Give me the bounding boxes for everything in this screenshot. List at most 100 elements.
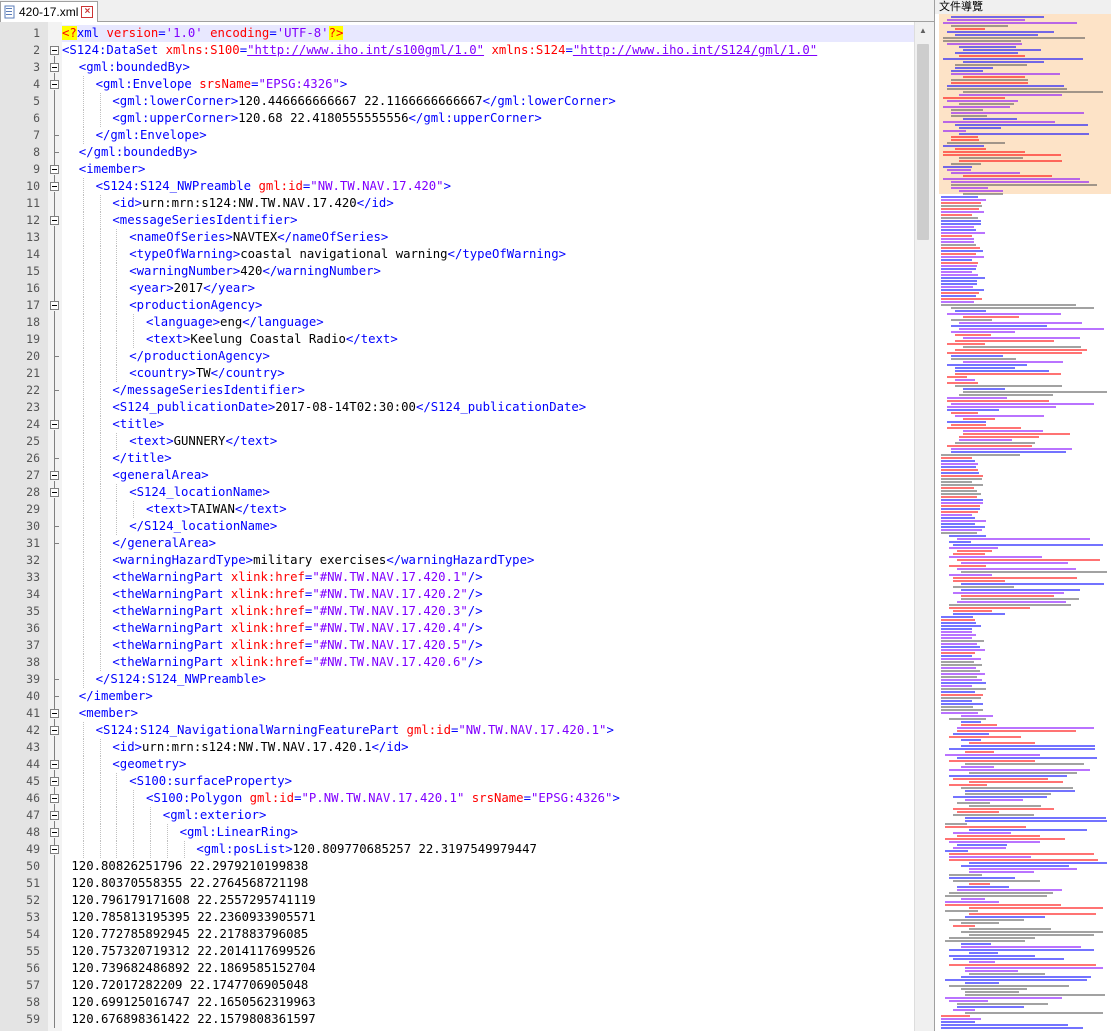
code-line[interactable]: <?xml version='1.0' encoding='UTF-8'?> [62,25,344,42]
code-line[interactable]: <theWarningPart xlink:href="#NW.TW.NAV.1… [112,586,482,603]
fold-toggle-icon[interactable] [50,828,59,837]
code-line[interactable]: <S124_locationName> [129,484,270,501]
code-line[interactable]: <gml:lowerCorner>120.446666666667 22.116… [112,93,615,110]
fold-toggle-icon[interactable] [50,811,59,820]
code-line[interactable]: <messageSeriesIdentifier> [112,212,297,229]
fold-toggle-icon[interactable] [50,80,59,89]
code-line[interactable]: 120.772785892945 22.217883796085 [64,926,308,943]
code-line[interactable]: </productionAgency> [129,348,270,365]
code-line[interactable]: <id>urn:mrn:s124:NW.TW.NAV.17.420.1</id> [112,739,408,756]
code-line[interactable]: <gml:upperCorner>120.68 22.4180555555556… [112,110,541,127]
code-area[interactable]: <?xml version='1.0' encoding='UTF-8'?> <S… [62,22,914,1031]
code-line[interactable]: </gml:boundedBy> [79,144,197,161]
code-line[interactable]: 120.80370558355 22.2764568721198 [64,875,308,892]
code-line[interactable]: <warningHazardType>military exercises</w… [112,552,534,569]
code-token: </nameOfSeries> [277,230,389,244]
document-map-line [963,316,1019,318]
code-line[interactable]: </S124_locationName> [129,518,277,535]
vertical-scrollbar[interactable]: ▲ [914,22,931,1031]
code-line[interactable]: <text>TAIWAN</text> [146,501,287,518]
code-line[interactable]: <theWarningPart xlink:href="#NW.TW.NAV.1… [112,637,482,654]
indent-guide [82,365,84,382]
code-line[interactable]: <theWarningPart xlink:href="#NW.TW.NAV.1… [112,569,482,586]
code-line[interactable]: <theWarningPart xlink:href="#NW.TW.NAV.1… [112,620,482,637]
fold-toggle-icon[interactable] [50,845,59,854]
code-line[interactable]: <typeOfWarning>coastal navigational warn… [129,246,566,263]
code-line[interactable]: <imember> [79,161,146,178]
code-line[interactable]: <member> [79,705,138,722]
code-line[interactable]: <year>2017</year> [129,280,255,297]
code-line[interactable]: <theWarningPart xlink:href="#NW.TW.NAV.1… [112,654,482,671]
code-line[interactable]: <S124_publicationDate>2017-08-14T02:30:0… [112,399,586,416]
document-map-line [963,361,1063,363]
fold-toggle-icon[interactable] [50,726,59,735]
code-line[interactable]: </messageSeriesIdentifier> [112,382,305,399]
code-line[interactable]: 120.676898361422 22.1579808361597 [64,1011,315,1028]
code-line[interactable]: <gml:exterior> [163,807,267,824]
fold-toggle-icon[interactable] [50,794,59,803]
document-map[interactable] [939,14,1111,1031]
code-line[interactable]: </gml:Envelope> [96,127,207,144]
code-token: 120.739682486892 22.1869585152704 [64,961,316,975]
code-line[interactable]: <S100:Polygon gml:id = "P.NW.TW.NAV.17.420… [146,790,620,807]
code-editor[interactable]: 1 2 3 4 5 6 7 8 9 10 11 12 13 14 15 16 17 18 19 20 21 22 23 24 2… [0,22,914,1031]
file-tab[interactable]: 420-17.xml × [0,1,99,22]
code-line[interactable]: 120.796179171608 22.2557295741119 [64,892,315,909]
code-line[interactable]: <gml:LinearRing> [180,824,298,841]
code-line[interactable]: 120.72017282209 22.1747706905048 [64,977,308,994]
document-map-line [969,973,1045,975]
code-line[interactable]: <gml:boundedBy> [79,59,190,76]
code-line[interactable]: </generalArea> [112,535,216,552]
code-line[interactable]: <S124:S124_NWPreamble gml:id="NW.TW.NAV.… [96,178,451,195]
code-line[interactable]: <country>TW</country> [129,365,285,382]
code-line[interactable]: <geometry> [112,756,186,773]
fold-toggle-icon[interactable] [50,709,59,718]
fold-toggle-icon[interactable] [50,420,59,429]
code-line[interactable]: </imember> [79,688,153,705]
code-line[interactable]: 120.739682486892 22.1869585152704 [64,960,316,977]
code-line[interactable]: <text>GUNNERY</text> [129,433,277,450]
code-line[interactable]: <S100:surfaceProperty> [129,773,292,790]
document-map-line [965,994,1105,996]
code-line[interactable]: <nameOfSeries>NAVTEX</nameOfSeries> [129,229,388,246]
code-line[interactable]: <text>Keelung Coastal Radio</text> [146,331,398,348]
fold-toggle-icon[interactable] [50,63,59,72]
code-line[interactable]: 120.785813195395 22.2360933905571 [64,909,315,926]
scrollbar-thumb[interactable] [917,44,929,240]
fold-toggle-icon[interactable] [50,488,59,497]
fold-toggle-icon[interactable] [50,777,59,786]
fold-toggle-icon[interactable] [50,471,59,480]
code-line[interactable]: </S124:S124_NWPreamble> [96,671,266,688]
code-line[interactable]: </title> [112,450,171,467]
code-line[interactable]: 120.80826251796 22.2979210199838 [64,858,308,875]
code-line[interactable]: 120.757320719312 22.2014117699526 [64,943,315,960]
code-line[interactable]: <theWarningPart xlink:href="#NW.TW.NAV.1… [112,603,482,620]
fold-toggle-icon[interactable] [50,216,59,225]
fold-line [54,391,55,399]
code-line[interactable]: <S124:DataSet xmlns:S100="http://www.iho… [62,42,817,59]
fold-margin[interactable] [48,22,62,1031]
fold-toggle-icon[interactable] [50,301,59,310]
fold-toggle-icon[interactable] [50,165,59,174]
code-line[interactable]: <productionAgency> [129,297,262,314]
code-line[interactable]: <gml:Envelope srsName="EPSG:4326"> [96,76,348,93]
fold-toggle-icon[interactable] [50,46,59,55]
document-map-line [955,385,1063,387]
code-line[interactable]: <title> [112,416,164,433]
code-token: > [612,791,620,805]
code-line[interactable]: <language>eng</language> [146,314,324,331]
code-token: 120.72017282209 22.1747706905048 [64,978,309,992]
document-map-line [947,100,1019,102]
code-line[interactable]: 120.699125016747 22.1650562319963 [64,994,315,1011]
document-map-line [961,898,985,900]
close-icon[interactable]: × [81,6,94,18]
fold-toggle-icon[interactable] [50,760,59,769]
code-line[interactable]: <generalArea> [112,467,208,484]
document-map-line [969,928,1052,930]
scroll-up-icon[interactable]: ▲ [915,22,931,39]
code-line[interactable]: <gml:posList>120.809770685257 22.3197549… [196,841,537,858]
code-line[interactable]: <S124:S124_NavigationalWarningFeaturePar… [96,722,614,739]
code-line[interactable]: <warningNumber>420</warningNumber> [129,263,381,280]
fold-toggle-icon[interactable] [50,182,59,191]
code-line[interactable]: <id>urn:mrn:s124:NW.TW.NAV.17.420</id> [112,195,393,212]
